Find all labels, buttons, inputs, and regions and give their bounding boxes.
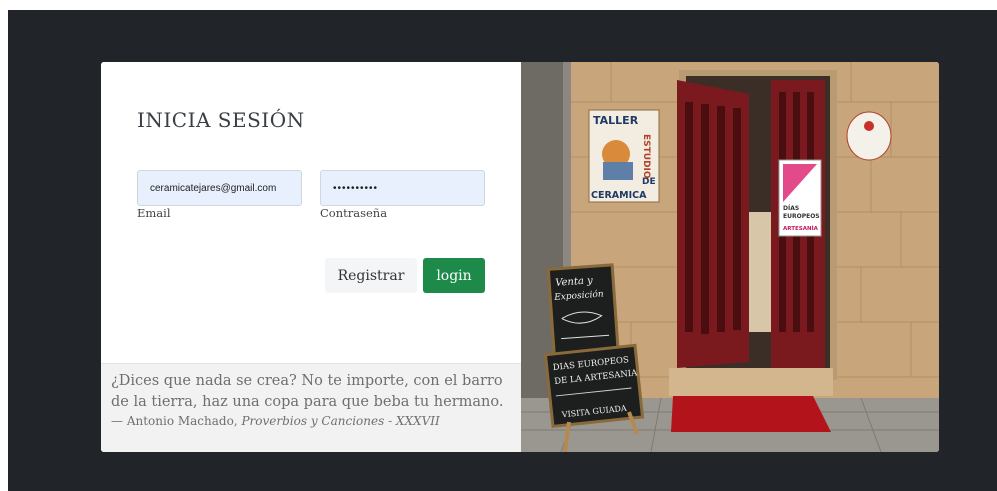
workshop-photo: TALLER ESTUDIO DE CERAMICA DÍAS EUROPEOS… <box>521 62 939 452</box>
poster-text-1: DÍAS <box>783 204 799 212</box>
quote-text: ¿Dices que nada se crea? No te importe, … <box>111 373 504 410</box>
email-field[interactable] <box>137 170 302 206</box>
quote-block: ¿Dices que nada se crea? No te importe, … <box>101 363 521 452</box>
register-button[interactable]: Registrar <box>325 258 417 293</box>
sign-taller-text: TALLER <box>593 114 639 127</box>
quote-citation: — Antonio Machado, Proverbios y Cancione… <box>111 414 511 428</box>
workshop-photo-svg: TALLER ESTUDIO DE CERAMICA DÍAS EUROPEOS… <box>521 62 939 452</box>
login-panel: INICIA SESIÓN Email Contraseña Registrar… <box>101 62 521 452</box>
poster-text-2: EUROPEOS <box>783 213 820 220</box>
sign-ceramica-text: CERAMICA <box>591 190 647 201</box>
sign-estudio-text: ESTUDIO <box>641 134 651 179</box>
password-label: Contraseña <box>320 206 388 220</box>
login-button[interactable]: login <box>423 258 485 293</box>
email-label: Email <box>137 206 171 220</box>
quote-source: Proverbios y Canciones - XXXVII <box>241 414 440 428</box>
page-title: INICIA SESIÓN <box>137 108 305 132</box>
quote-author: — Antonio Machado, <box>111 414 242 428</box>
poster-text-3: ARTESANÍA <box>783 224 819 232</box>
password-field[interactable] <box>320 170 485 206</box>
login-card: INICIA SESIÓN Email Contraseña Registrar… <box>101 62 939 452</box>
sign-de-text: DE <box>642 177 656 187</box>
